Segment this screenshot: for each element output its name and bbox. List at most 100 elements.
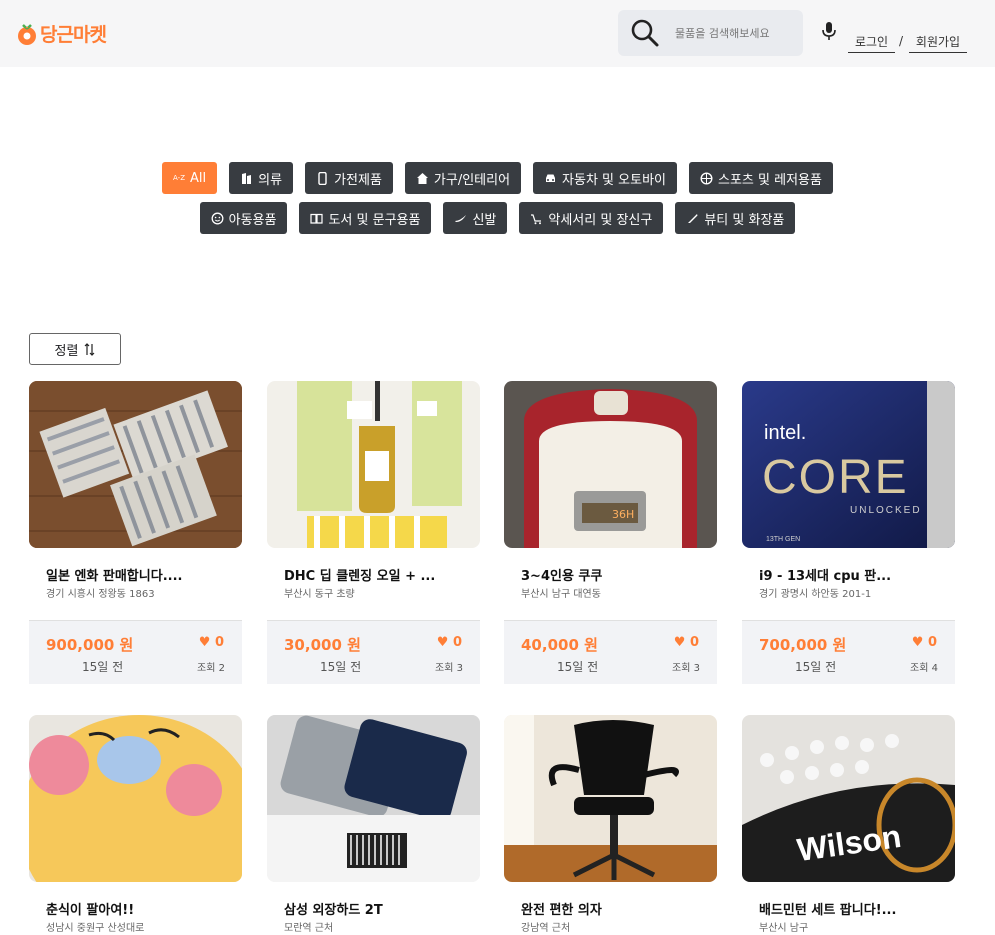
product-footer: 40,000 원 ♥ 0 15일 전 조회 3 xyxy=(504,620,717,684)
gen-text: 13TH GEN xyxy=(766,536,800,543)
header: 당근마켓 물품을 검색해보세요 로그인 / 회원가입 xyxy=(0,0,995,67)
product-title[interactable]: 일본 엔화 판매합니다.... xyxy=(46,565,182,584)
product-title[interactable]: i9 - 13세대 cpu 판... xyxy=(759,565,891,584)
category-clothes[interactable]: 의류 xyxy=(229,162,294,194)
category-sports[interactable]: 스포츠 및 레저용품 xyxy=(689,162,833,194)
product-title[interactable]: 3~4인용 쿠쿠 xyxy=(521,565,602,584)
product-card[interactable]: 춘식이 팔아여!! 성남시 중원구 산성대로 xyxy=(29,715,242,935)
category-accessories[interactable]: 악세서리 및 장신구 xyxy=(519,202,664,234)
microphone-icon[interactable] xyxy=(821,21,837,41)
category-furniture[interactable]: 가구/인테리어 xyxy=(404,162,522,194)
product-card[interactable]: Wilson 배드민턴 세트 팝니다!... 부산시 남구 xyxy=(742,715,955,935)
product-card[interactable]: DHC 딥 클렌징 오일 + ... 부산시 동구 초량 30,000 원 ♥ … xyxy=(267,381,480,685)
category-all[interactable]: A-Z All xyxy=(162,162,218,194)
search-icon[interactable] xyxy=(630,18,660,48)
product-title[interactable]: 배드민턴 세트 팝니다!... xyxy=(759,899,896,918)
external-hdd-photo xyxy=(267,715,480,882)
product-location: 성남시 중원구 산성대로 xyxy=(46,923,145,934)
likes-count: 0 xyxy=(689,635,699,650)
rice-cooker-photo: 36H xyxy=(504,381,717,548)
search-placeholder: 물품을 검색해보세요 xyxy=(675,27,770,40)
product-location: 부산시 남구 대연동 xyxy=(521,589,601,600)
product-time: 15일 전 xyxy=(82,660,124,674)
signup-link[interactable]: 회원가입 xyxy=(909,33,967,53)
product-title[interactable]: 삼성 외장하드 2T xyxy=(284,899,383,918)
product-image[interactable]: 36H xyxy=(504,381,717,548)
product-footer: 30,000 원 ♥ 0 15일 전 조회 3 xyxy=(267,620,480,684)
product-likes[interactable]: ♥ 0 xyxy=(437,635,462,650)
intel-cpu-box-photo: intel. CORE UNLOCKED 13TH GEN xyxy=(742,381,955,548)
carrot-logo-icon xyxy=(18,23,36,45)
product-image[interactable] xyxy=(29,715,242,882)
product-footer: 900,000 원 ♥ 0 15일 전 조회 2 xyxy=(29,620,242,684)
sort-label: 정렬 xyxy=(54,343,79,359)
product-image[interactable]: Wilson xyxy=(742,715,955,882)
unlocked-text: UNLOCKED xyxy=(850,505,922,516)
sort-button[interactable]: 정렬 xyxy=(29,333,121,365)
auth-divider: / xyxy=(899,34,904,48)
search-input[interactable]: 물품을 검색해보세요 xyxy=(618,10,803,56)
intel-text: intel. xyxy=(764,422,806,444)
category-label: 자동차 및 오토바이 xyxy=(562,172,666,188)
product-image[interactable] xyxy=(267,715,480,882)
product-location: 경기 광명시 하안동 201-1 xyxy=(759,589,872,600)
product-likes[interactable]: ♥ 0 xyxy=(912,635,937,650)
shoe-icon xyxy=(455,214,467,222)
product-footer: 700,000 원 ♥ 0 15일 전 조회 4 xyxy=(742,620,955,684)
sort-icon xyxy=(85,342,95,356)
category-label: 신발 xyxy=(472,212,497,228)
product-likes[interactable]: ♥ 0 xyxy=(674,635,699,650)
category-kids[interactable]: 아동용품 xyxy=(199,202,288,234)
product-image[interactable] xyxy=(267,381,480,548)
category-label: All xyxy=(190,170,207,186)
category-shoes[interactable]: 신발 xyxy=(443,202,508,234)
category-vehicles[interactable]: 자동차 및 오토바이 xyxy=(533,162,677,194)
home-icon xyxy=(416,172,428,184)
login-link[interactable]: 로그인 xyxy=(848,33,895,53)
product-location: 모란역 근처 xyxy=(284,923,334,934)
core-text: CORE xyxy=(762,451,909,504)
category-label: 아동용품 xyxy=(228,212,277,228)
category-electronics[interactable]: 가전제품 xyxy=(305,162,393,194)
product-card[interactable]: 일본 엔화 판매합니다.... 경기 시흥시 정왕동 1863 900,000 … xyxy=(29,381,242,685)
product-price: 900,000 원 xyxy=(46,636,134,654)
heart-icon: ♥ xyxy=(436,635,449,650)
category-label: 뷰티 및 화장품 xyxy=(704,212,785,228)
logo-text: 당근마켓 xyxy=(40,24,107,46)
product-image[interactable]: intel. CORE UNLOCKED 13TH GEN xyxy=(742,381,955,548)
car-icon xyxy=(546,174,556,182)
logo[interactable]: 당근마켓 xyxy=(16,20,107,47)
product-card[interactable]: 삼성 외장하드 2T 모란역 근처 xyxy=(267,715,480,935)
product-image[interactable] xyxy=(504,715,717,882)
category-label: 악세서리 및 장신구 xyxy=(548,212,653,228)
product-title[interactable]: 완전 편한 의자 xyxy=(521,899,602,918)
product-location: 강남역 근처 xyxy=(521,923,571,934)
product-price: 40,000 원 xyxy=(521,636,598,654)
category-books[interactable]: 도서 및 문구용품 xyxy=(299,202,432,234)
product-image[interactable] xyxy=(29,381,242,548)
product-views: 조회 4 xyxy=(910,663,938,674)
plush-toy-photo xyxy=(29,715,242,882)
heart-icon: ♥ xyxy=(673,635,686,650)
category-label: 의류 xyxy=(258,172,283,188)
product-card[interactable]: intel. CORE UNLOCKED 13TH GEN i9 - 13세대 … xyxy=(742,381,955,685)
heart-icon: ♥ xyxy=(198,635,211,650)
heart-icon: ♥ xyxy=(911,635,924,650)
product-title[interactable]: DHC 딥 클렌징 오일 + ... xyxy=(284,565,435,584)
yen-banknotes-photo xyxy=(29,381,242,548)
product-title[interactable]: 춘식이 팔아여!! xyxy=(46,899,134,918)
product-time: 15일 전 xyxy=(795,660,837,674)
product-time: 15일 전 xyxy=(320,660,362,674)
category-beauty[interactable]: 뷰티 및 화장품 xyxy=(675,202,796,234)
product-price: 700,000 원 xyxy=(759,636,847,654)
ball-icon xyxy=(700,171,713,185)
category-label: 스포츠 및 레저용품 xyxy=(718,172,822,188)
badminton-set-photo: Wilson xyxy=(742,715,955,882)
product-card[interactable]: 완전 편한 의자 강남역 근처 xyxy=(504,715,717,935)
book-icon xyxy=(310,213,324,224)
product-card[interactable]: 36H 3~4인용 쿠쿠 부산시 남구 대연동 40,000 원 ♥ 0 15일… xyxy=(504,381,717,685)
likes-count: 0 xyxy=(452,635,462,650)
category-label: 도서 및 문구용품 xyxy=(328,212,421,228)
product-likes[interactable]: ♥ 0 xyxy=(199,635,224,650)
az-icon: A-Z xyxy=(173,173,186,182)
